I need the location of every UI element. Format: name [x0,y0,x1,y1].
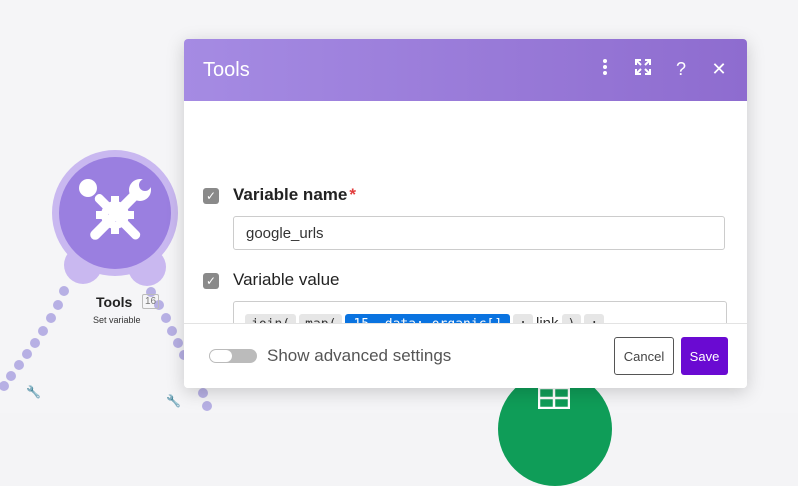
variable-value-label: Variable value [233,270,340,289]
google-sheets-node[interactable] [498,372,612,486]
more-vertical-icon[interactable] [595,58,615,80]
cancel-button[interactable]: Cancel [614,337,674,375]
expand-icon[interactable] [633,58,653,80]
dialog-header: Tools ? ✕ [184,39,747,101]
wrench-icon: 🔧 [26,385,41,399]
advanced-settings-toggle[interactable] [209,349,257,363]
required-marker: * [349,185,356,204]
dialog-title: Tools [203,59,250,81]
tools-node[interactable] [52,150,178,286]
dialog-footer: Show advanced settings Cancel Save [184,323,747,388]
module-settings-dialog: Tools ? ✕ ✓ Variable name * google_urls ✓… [184,39,747,388]
variable-name-input[interactable]: google_urls [233,216,725,250]
toggle-knob [210,350,232,362]
node-title: Tools [96,294,133,310]
close-icon[interactable]: ✕ [709,58,729,80]
save-button[interactable]: Save [681,337,728,375]
wrench-icon: 🔧 [166,394,181,408]
node-subtitle: Set variable [93,315,141,325]
tools-icon [79,179,151,240]
header-actions: ? ✕ [595,58,729,80]
field-enabled-checkbox[interactable]: ✓ [203,188,219,204]
advanced-settings-label: Show advanced settings [267,346,452,365]
field-enabled-checkbox[interactable]: ✓ [203,273,219,289]
variable-name-label: Variable name * [233,185,356,204]
help-icon[interactable]: ? [671,58,691,80]
node-id-badge: 16 [142,294,160,309]
dialog-body: ✓ Variable name * google_urls ✓ Variable … [184,101,747,367]
sheets-grid-icon [538,387,570,409]
